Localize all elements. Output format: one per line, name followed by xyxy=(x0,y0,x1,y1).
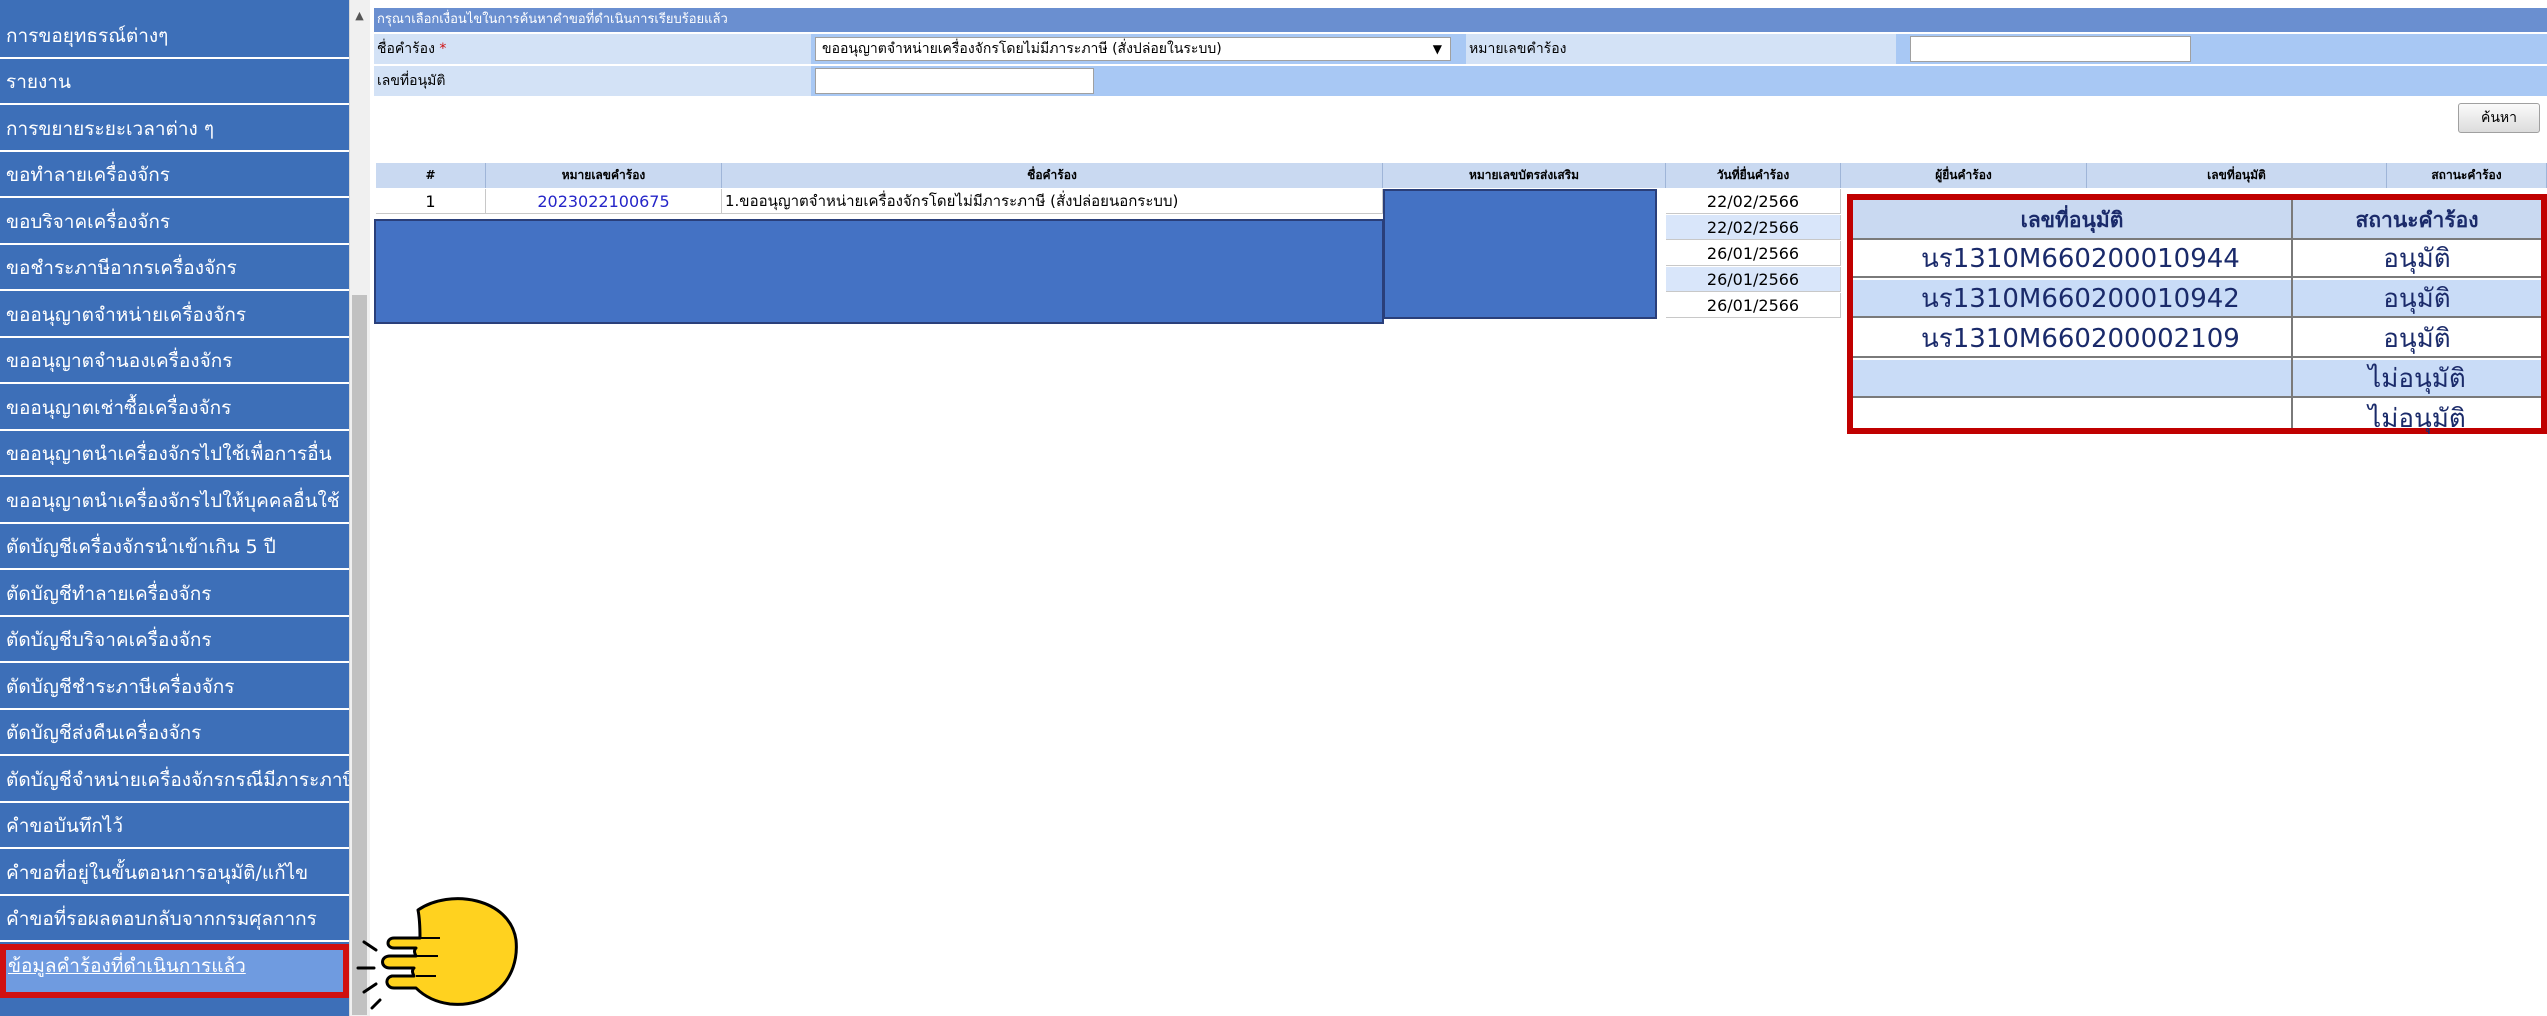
zoom-status: ไม่อนุมัติ xyxy=(2368,404,2466,434)
table-cell-date: 22/02/2566 xyxy=(1666,189,1841,214)
sidebar-item-saved-requests[interactable]: คำขอบันทึกไว้ xyxy=(0,804,349,849)
zoom-approval-no: นร1310M660200002109 xyxy=(1921,324,2240,354)
scroll-up-arrow-icon[interactable]: ▲ xyxy=(352,10,367,22)
table-cell-date: 22/02/2566 xyxy=(1666,215,1841,240)
table-cell-index: 1 xyxy=(376,189,486,214)
sidebar-item-other-use-permit[interactable]: ขออนุญาตนำเครื่องจักรไปใช้เพื่อการอื่น xyxy=(0,432,349,477)
table-cell-request-no[interactable]: 2023022100675 xyxy=(486,189,722,214)
sidebar-item-extensions[interactable]: การขยายระยะเวลาต่าง ๆ xyxy=(0,107,349,152)
sidebar-item-sell-permit[interactable]: ขออนุญาตจำหน่ายเครื่องจักร xyxy=(0,293,349,338)
form-row-request: ชื่อคำร้อง * ขออนุญาตจำหน่ายเครื่องจักรโ… xyxy=(374,34,2547,64)
zoom-header-status: สถานะคำร้อง xyxy=(2355,208,2479,232)
col-header-request-name: ชื่อคำร้อง xyxy=(722,163,1383,188)
zoom-row: ไม่อนุมัติ xyxy=(1853,360,2541,398)
zoom-callout: เลขที่อนุมัติ สถานะคำร้อง นร1310M6602000… xyxy=(1847,194,2547,434)
approval-no-label: เลขที่อนุมัติ xyxy=(374,66,811,96)
search-button[interactable]: ค้นหา xyxy=(2458,103,2540,133)
sidebar-item-lend-permit[interactable]: ขออนุญาตนำเครื่องจักรไปให้บุคคลอื่นใช้ xyxy=(0,479,349,524)
zoom-header-row: เลขที่อนุมัติ สถานะคำร้อง xyxy=(1853,200,2541,240)
zoom-status: อนุมัติ xyxy=(2383,324,2451,354)
zoom-approval-no: นร1310M660200010944 xyxy=(1921,244,2240,274)
col-header-approval-no: เลขที่อนุมัติ xyxy=(2087,163,2387,188)
zoom-header-approval: เลขที่อนุมัติ xyxy=(2020,208,2124,232)
approval-no-input[interactable] xyxy=(815,68,1094,94)
pointing-hand-icon xyxy=(356,897,518,1010)
sidebar-item-label: ข้อมูลคำร้องที่ดำเนินการแล้ว xyxy=(8,955,246,977)
zoom-row: นร1310M660200010944 อนุมัติ xyxy=(1853,240,2541,278)
request-name-label: ชื่อคำร้อง * xyxy=(374,34,811,64)
col-header-applicant: ผู้ยื่นคำร้อง xyxy=(1841,163,2087,188)
request-no-label: หมายเลขคำร้อง xyxy=(1466,34,1896,64)
sidebar-item-mortgage-permit[interactable]: ขออนุญาตจำนองเครื่องจักร xyxy=(0,339,349,384)
request-no-input[interactable] xyxy=(1910,36,2191,62)
redaction-block xyxy=(374,219,1384,324)
sidebar-item-writeoff-5-years[interactable]: ตัดบัญชีเครื่องจักรนำเข้าเกิน 5 ปี xyxy=(0,525,349,570)
zoom-divider xyxy=(2291,200,2293,428)
col-header-promotion-no: หมายเลขบัตรส่งเสริม xyxy=(1383,163,1666,188)
sidebar-item-writeoff-destroy[interactable]: ตัดบัญชีทำลายเครื่องจักร xyxy=(0,572,349,617)
form-row-approval: เลขที่อนุมัติ xyxy=(374,66,2547,96)
table-cell-request-name: 1.ขออนุญาตจำหน่ายเครื่องจักรโดยไม่มีภาระ… xyxy=(722,189,1383,214)
zoom-row: นร1310M660200010942 อนุมัติ xyxy=(1853,280,2541,318)
sidebar-item-awaiting-customs[interactable]: คำขอที่รอผลตอบกลับจากกรมศุลกากร xyxy=(0,897,349,942)
sidebar-item-donate-machine[interactable]: ขอบริจาคเครื่องจักร xyxy=(0,200,349,245)
sidebar-item-pay-tax[interactable]: ขอชำระภาษีอากรเครื่องจักร xyxy=(0,246,349,291)
sidebar-item-hire-purchase-permit[interactable]: ขออนุญาตเช่าซื้อเครื่องจักร xyxy=(0,386,349,431)
sidebar-item-writeoff-return[interactable]: ตัดบัญชีส่งคืนเครื่องจักร xyxy=(0,711,349,756)
col-header-date: วันที่ยื่นคำร้อง xyxy=(1666,163,1841,188)
zoom-status: ไม่อนุมัติ xyxy=(2368,364,2466,394)
zoom-approval-no: นร1310M660200010942 xyxy=(1921,284,2240,314)
redaction-block xyxy=(1383,189,1657,319)
sidebar-item-writeoff-donate[interactable]: ตัดบัญชีบริจาคเครื่องจักร xyxy=(0,618,349,663)
zoom-row: นร1310M660200002109 อนุมัติ xyxy=(1853,320,2541,358)
form-header: กรุณาเลือกเงื่อนไขในการค้นหาคำขอที่ดำเนิ… xyxy=(374,8,2547,32)
zoom-status: อนุมัติ xyxy=(2383,244,2451,274)
sidebar-item-pending-approval[interactable]: คำขอที่อยู่ในขั้นตอนการอนุมัติ/แก้ไข xyxy=(0,851,349,896)
sidebar-item-completed-requests[interactable]: ข้อมูลคำร้องที่ดำเนินการแล้ว xyxy=(0,944,349,998)
col-header-request-no: หมายเลขคำร้อง xyxy=(486,163,722,188)
zoom-row: ไม่อนุมัติ xyxy=(1853,400,2541,438)
col-header-status: สถานะคำร้อง xyxy=(2387,163,2547,188)
request-name-select[interactable]: ขออนุญาตจำหน่ายเครื่องจักรโดยไม่มีภาระภา… xyxy=(815,37,1451,61)
sidebar-item-destroy-machine[interactable]: ขอทำลายเครื่องจักร xyxy=(0,153,349,198)
sidebar-item-reports[interactable]: รายงาน xyxy=(0,60,349,105)
col-header-index: # xyxy=(376,163,486,188)
sidebar: การขอยุทธรณ์ต่างๆ รายงาน การขยายระยะเวลา… xyxy=(0,0,349,1016)
table-cell-date: 26/01/2566 xyxy=(1666,267,1841,292)
sidebar-item-writeoff-tax[interactable]: ตัดบัญชีชำระภาษีเครื่องจักร xyxy=(0,665,349,710)
table-cell-date: 26/01/2566 xyxy=(1666,293,1841,318)
chevron-down-icon: ▼ xyxy=(1432,42,1442,56)
sidebar-item-writeoff-sell-tax[interactable]: ตัดบัญชีจำหน่ายเครื่องจักรกรณีมีภาระภาษี xyxy=(0,758,349,803)
zoom-status: อนุมัติ xyxy=(2383,284,2451,314)
table-cell-date: 26/01/2566 xyxy=(1666,241,1841,266)
sidebar-item-appeals[interactable]: การขอยุทธรณ์ต่างๆ xyxy=(0,14,349,59)
